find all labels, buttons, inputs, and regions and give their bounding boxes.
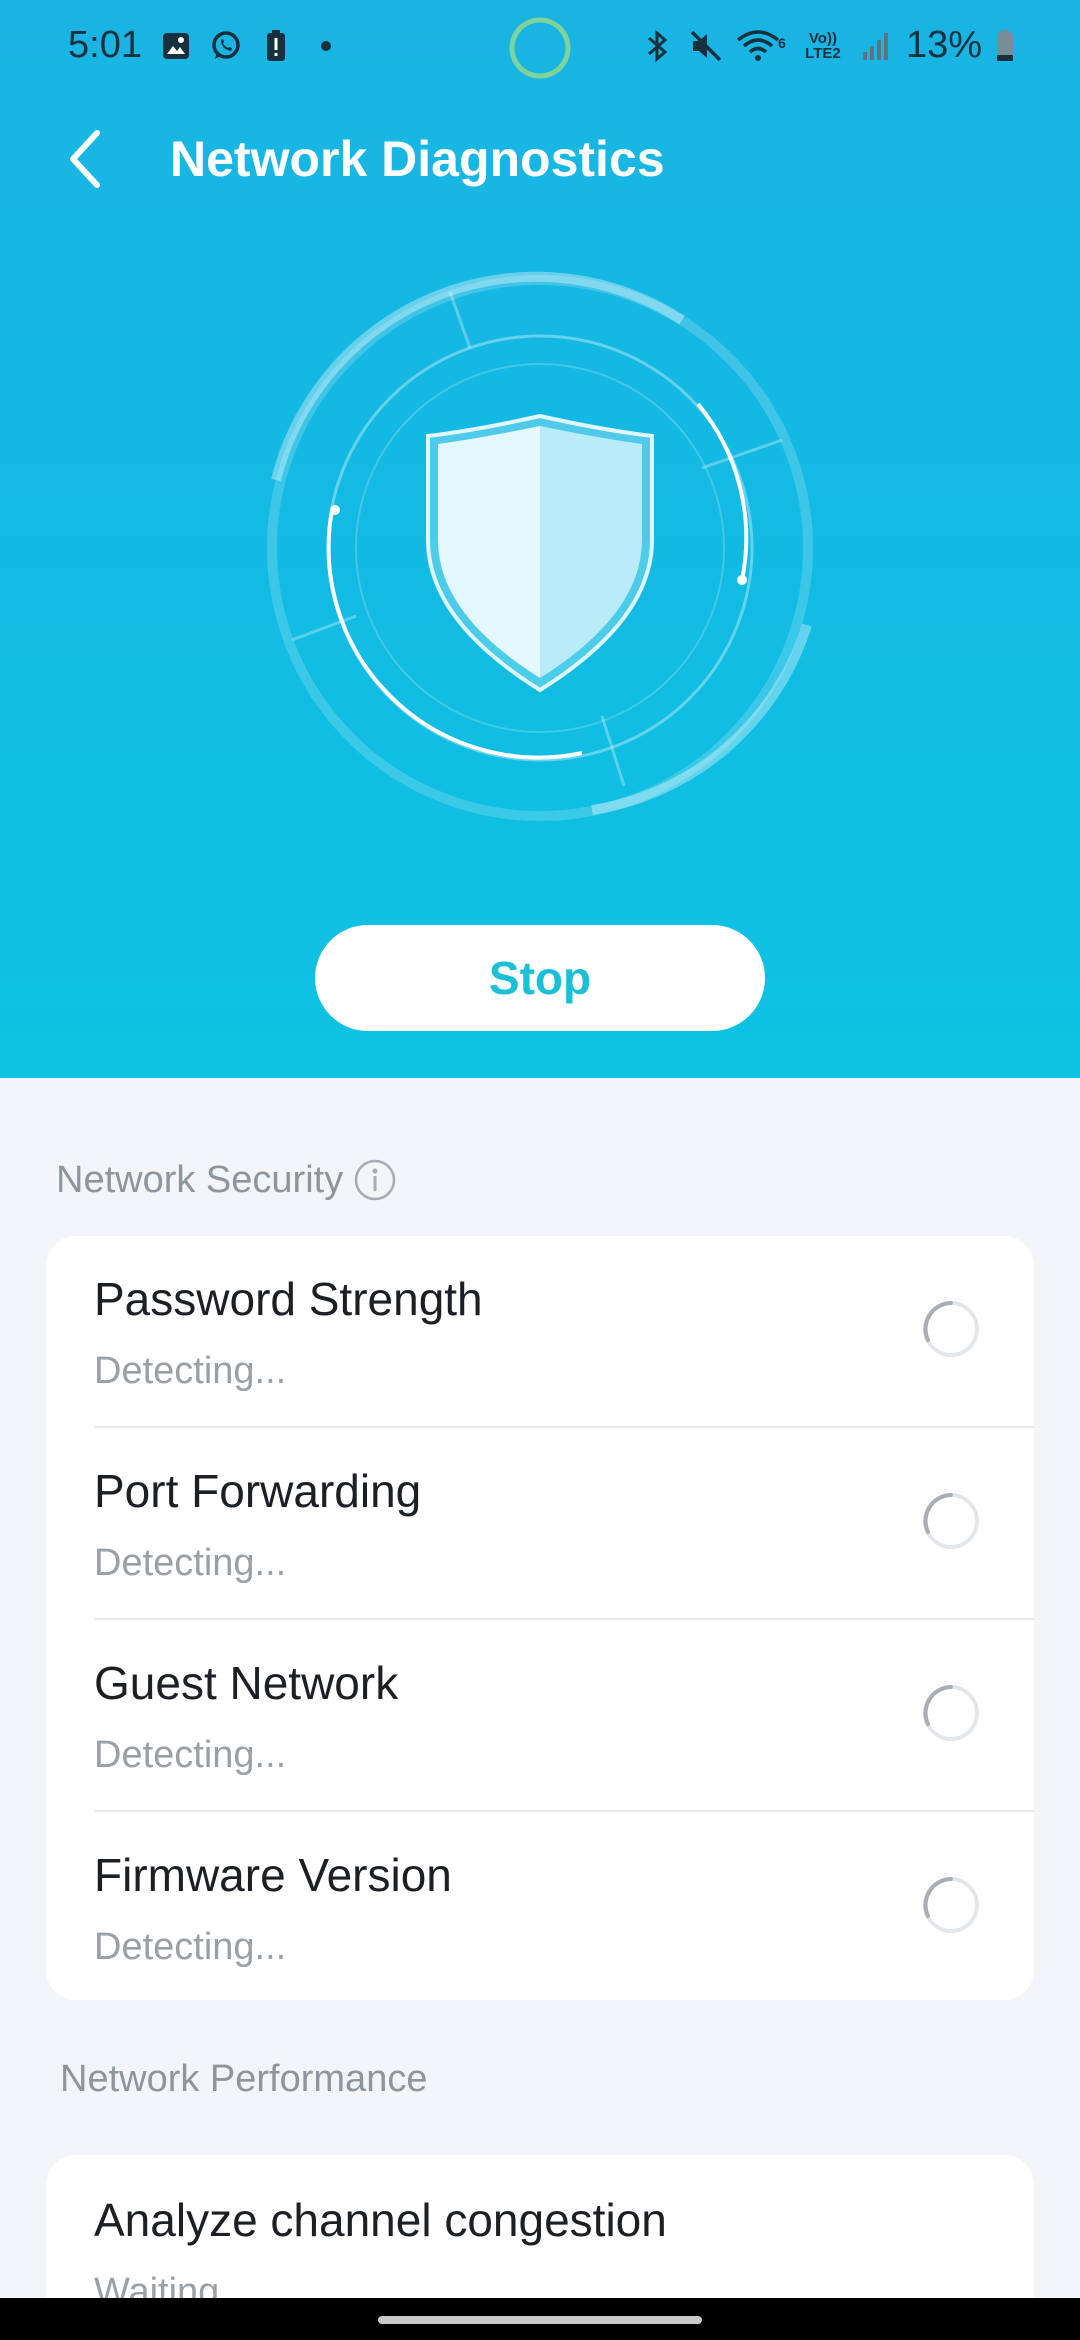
network-label-bottom: LTE2 — [805, 44, 841, 62]
item-status: Detecting... — [94, 1926, 287, 1968]
bluetooth-icon — [640, 28, 676, 64]
home-indicator[interactable] — [378, 2316, 702, 2324]
shield-scan-graphic — [267, 271, 813, 821]
app-bar: Network Diagnostics — [0, 110, 1080, 210]
page-title: Network Diagnostics — [170, 131, 665, 187]
network-security-card: Password Strength Detecting... Port Forw… — [46, 1236, 1034, 2000]
battery-alert-icon — [258, 28, 294, 64]
item-title: Guest Network — [94, 1657, 399, 1709]
chevron-left-icon — [70, 130, 100, 188]
section-title-network-performance: Network Performance — [60, 2058, 428, 2100]
item-title: Port Forwarding — [94, 1465, 422, 1517]
battery-icon — [994, 28, 1016, 64]
info-icon[interactable] — [353, 1158, 397, 1202]
signal-icon — [858, 28, 894, 64]
dot-icon — [308, 28, 344, 64]
battery-percent: 13% — [905, 24, 982, 66]
gallery-icon — [158, 28, 194, 64]
loading-spinner-icon — [923, 1877, 979, 1933]
loading-spinner-icon — [923, 1685, 979, 1741]
wifi-icon: 6 — [736, 28, 788, 64]
list-item-password-strength[interactable]: Password Strength Detecting... — [46, 1236, 1034, 1428]
item-title: Firmware Version — [94, 1849, 452, 1901]
item-status: Detecting... — [94, 1734, 287, 1776]
list-item-firmware-version[interactable]: Firmware Version Detecting... — [46, 1812, 1034, 2000]
item-title: Analyze channel congestion — [94, 2194, 667, 2246]
item-title: Password Strength — [94, 1273, 483, 1325]
loading-ring-icon — [509, 17, 571, 79]
hero-header: 5:01 6 Vo)) LTE2 13% Network Diagnostics… — [0, 0, 1080, 1078]
status-bar: 5:01 6 Vo)) LTE2 13% — [0, 0, 1080, 96]
loading-spinner-icon — [923, 1493, 979, 1549]
back-button[interactable] — [50, 124, 120, 194]
list-item-guest-network[interactable]: Guest Network Detecting... — [46, 1620, 1034, 1812]
whatsapp-icon — [208, 28, 244, 64]
item-status: Detecting... — [94, 1350, 287, 1392]
wifi-label: 6 — [778, 35, 786, 51]
status-icons-left — [158, 28, 344, 64]
volte-icon: Vo)) LTE2 — [800, 28, 846, 64]
mute-icon — [688, 28, 724, 64]
stop-button[interactable]: Stop — [315, 925, 765, 1031]
navigation-bar — [0, 2298, 1080, 2340]
loading-spinner-icon — [923, 1301, 979, 1357]
section-title-network-security: Network Security — [56, 1158, 397, 1202]
list-item-port-forwarding[interactable]: Port Forwarding Detecting... — [46, 1428, 1034, 1620]
item-status: Detecting... — [94, 1542, 287, 1584]
status-icons-right: 6 Vo)) LTE2 13% — [640, 24, 1016, 67]
status-time: 5:01 — [68, 24, 142, 66]
network-label-top: Vo)) — [808, 29, 837, 47]
network-security-label: Network Security — [56, 1158, 344, 1201]
